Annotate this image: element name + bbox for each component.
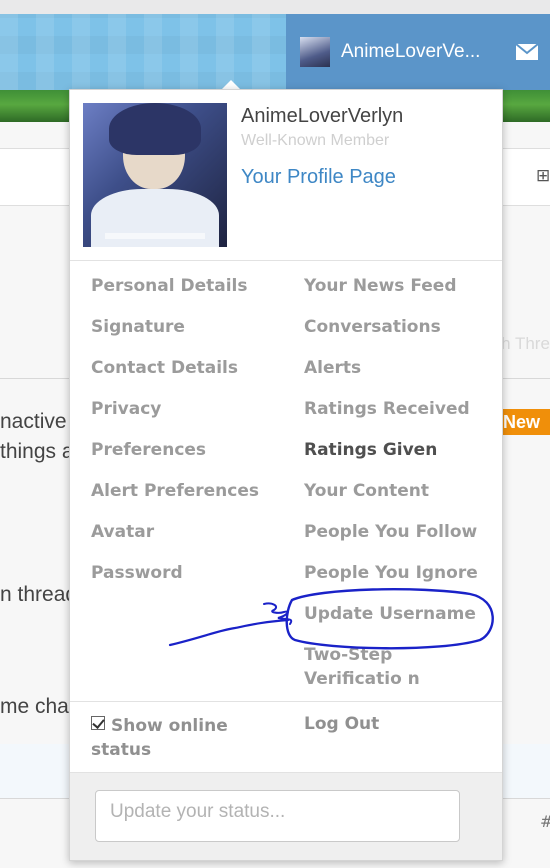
show-online-status-toggle[interactable]: Show online status [91,714,281,762]
show-online-status-label: Show online status [91,716,228,760]
menu-privacy[interactable]: Privacy [91,394,259,435]
menu-news-feed[interactable]: Your News Feed [304,271,484,312]
menu-alert-preferences[interactable]: Alert Preferences [91,476,259,517]
menu-divider [70,260,502,261]
status-update-area [70,772,502,860]
menu-your-content[interactable]: Your Content [304,476,484,517]
activity-menu-column: Your News Feed Conversations Alerts Rati… [304,271,484,700]
account-popup-menu: AnimeLoverVerlyn Well-Known Member Your … [69,89,503,861]
inbox-button[interactable] [504,14,550,90]
menu-divider [70,701,502,702]
sitemap-icon[interactable]: ⊞ [536,166,550,188]
avatar-caption [105,233,205,239]
menu-conversations[interactable]: Conversations [304,312,484,353]
member-title: Well-Known Member [241,132,390,149]
menu-password[interactable]: Password [91,558,259,599]
menu-people-you-follow[interactable]: People You Follow [304,517,484,558]
menu-two-step-verification[interactable]: Two-Step Verificatio n [304,640,484,700]
account-avatar-thumb [300,37,330,67]
popup-username: AnimeLoverVerlyn [241,105,404,127]
logout-link[interactable]: Log Out [304,714,379,734]
avatar-hair [109,103,201,155]
menu-personal-details[interactable]: Personal Details [91,271,259,312]
menu-update-username[interactable]: Update Username [304,599,484,640]
menu-signature[interactable]: Signature [91,312,259,353]
checkbox-checked-icon[interactable] [91,716,105,730]
menu-ratings-received[interactable]: Ratings Received [304,394,484,435]
envelope-icon [515,43,539,60]
corner-symbol: # [540,812,550,831]
browser-top-band [0,0,550,14]
menu-alerts[interactable]: Alerts [304,353,484,394]
profile-avatar[interactable] [83,103,227,247]
menu-preferences[interactable]: Preferences [91,435,259,476]
menu-avatar[interactable]: Avatar [91,517,259,558]
menu-contact-details[interactable]: Contact Details [91,353,259,394]
new-badge: New [500,409,550,435]
profile-page-link[interactable]: Your Profile Page [241,166,396,189]
settings-menu-column: Personal Details Signature Contact Detai… [91,271,259,599]
account-username: AnimeLoverVe... [341,41,481,62]
menu-ratings-given[interactable]: Ratings Given [304,435,484,476]
menu-people-you-ignore[interactable]: People You Ignore [304,558,484,599]
account-menu-tab[interactable]: AnimeLoverVe... [286,14,504,90]
status-update-input[interactable] [95,790,460,842]
